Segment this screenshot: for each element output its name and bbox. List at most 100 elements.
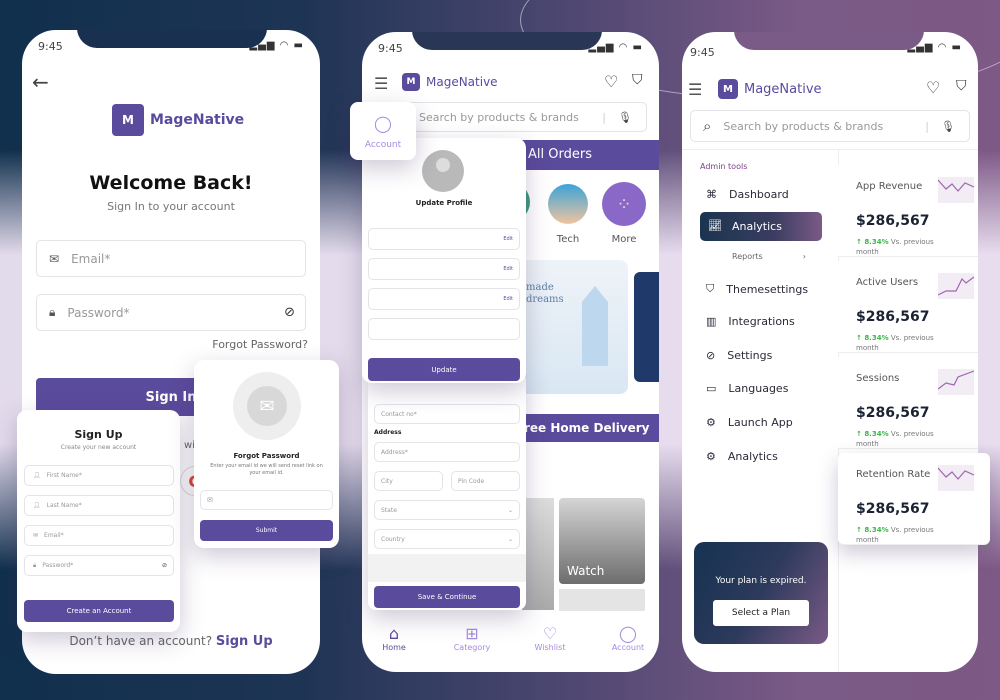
brand-name: MageNative — [150, 112, 245, 128]
analytics-icon: 📈︎ — [708, 219, 722, 232]
signup-email-field[interactable]: ✉ Email* — [24, 525, 174, 546]
menu-label: Languages — [728, 382, 789, 395]
chevron-down-icon: ⌄ — [507, 535, 513, 543]
update-button[interactable]: Update — [368, 358, 520, 381]
profile-title: Update Profile — [415, 199, 473, 207]
menu-settings[interactable]: ⊘ Settings — [706, 349, 772, 362]
email-field[interactable]: ✉ Email* — [36, 240, 306, 277]
edit-link[interactable]: Edit — [503, 296, 513, 302]
nav-category[interactable]: ⊞ Category — [450, 624, 494, 652]
stat-change-percent: 8.34% — [864, 526, 889, 534]
city-field[interactable]: City — [374, 471, 443, 491]
state-select[interactable]: State ⌄ — [374, 500, 520, 520]
status-bar: 9:45 ▂▄▆ ◠ ▬ — [22, 30, 320, 60]
envelope-illustration: ✉ — [233, 372, 301, 440]
stat-card-app-revenue[interactable]: App Revenue $286,567 ↑ 8.34% Vs. previou… — [838, 165, 978, 257]
last-name-field[interactable]: 👤︎ Last Name* — [24, 495, 174, 516]
menu-languages[interactable]: ▭ Languages — [706, 382, 788, 395]
hamburger-menu-icon[interactable]: ☰ — [688, 80, 702, 99]
stat-card-retention-rate[interactable]: Retention Rate $286,567 ↑ 8.34% Vs. prev… — [838, 453, 990, 545]
chevron-down-icon: ⌄ — [507, 506, 513, 514]
divider — [682, 149, 978, 150]
select-plan-button[interactable]: Select a Plan — [713, 600, 809, 626]
nav-account[interactable]: ◯ Account — [606, 624, 650, 652]
edit-link[interactable]: Edit — [503, 236, 513, 242]
brand-logo: M MageNative — [112, 104, 244, 136]
pin-code-field[interactable]: Pin Code — [451, 471, 520, 491]
profile-field-3[interactable]: Edit — [368, 288, 520, 310]
country-select[interactable]: Country ⌄ — [374, 529, 520, 549]
all-orders-banner[interactable]: All Orders — [522, 140, 659, 170]
signal-wifi-battery-icon: ▂▄▆ ◠ ▬ — [588, 42, 643, 53]
plan-expired-card: Your plan is expired. Select a Plan — [694, 542, 828, 644]
back-arrow-icon[interactable]: ← — [32, 70, 49, 94]
forgot-email-field[interactable]: ✉ — [200, 490, 333, 510]
menu-dashboard[interactable]: ⌘ Dashboard — [706, 188, 789, 201]
product-tile-watch[interactable]: Watch — [559, 498, 645, 584]
category-tech-label[interactable]: Tech — [548, 234, 588, 245]
password-field[interactable]: 🔒︎ Password* ⊘ — [36, 294, 306, 331]
grid-icon: ⊞ — [465, 624, 479, 643]
product-tile-partial[interactable] — [559, 589, 645, 611]
profile-field-1[interactable]: Edit — [368, 228, 520, 250]
menu-reports[interactable]: Reports › — [732, 252, 806, 261]
heart-icon[interactable]: ♡ — [604, 72, 618, 91]
account-popup[interactable]: ◯ Account — [350, 102, 416, 160]
profile-field-4[interactable] — [368, 318, 520, 340]
heart-icon[interactable]: ♡ — [926, 78, 940, 97]
user-icon: 👤︎ — [33, 472, 41, 479]
shopping-bag-icon[interactable]: ⛉ — [632, 72, 643, 88]
menu-launch-app[interactable]: ⚙ Launch App — [706, 416, 793, 429]
hamburger-menu-icon[interactable]: ☰ — [374, 74, 388, 93]
last-name-placeholder: Last Name* — [46, 502, 82, 509]
forgot-password-link[interactable]: Forgot Password? — [212, 338, 308, 351]
stat-card-sessions[interactable]: Sessions $286,567 ↑ 8.34% Vs. previous m… — [838, 357, 978, 449]
delivery-banner: ree Home Delivery — [522, 414, 659, 442]
heart-icon: ♡ — [542, 624, 558, 643]
menu-analytics-2[interactable]: ⚙ Analytics — [706, 450, 778, 463]
menu-themesettings[interactable]: ⛉ Themesettings — [706, 282, 808, 296]
signup-password-field[interactable]: 🔒︎ Password* ⊘ — [24, 555, 174, 576]
nav-home[interactable]: ⌂ Home — [372, 624, 416, 652]
first-name-field[interactable]: 👤︎ First Name* — [24, 465, 174, 486]
save-continue-button[interactable]: Save & Continue — [374, 586, 520, 608]
contact-placeholder: Contact no* — [381, 410, 417, 418]
stat-card-active-users[interactable]: Active Users $286,567 ↑ 8.34% Vs. previo… — [838, 261, 978, 353]
menu-analytics-active[interactable]: 📈︎ Analytics — [700, 212, 822, 241]
signup-link[interactable]: Sign Up — [216, 634, 273, 649]
menu-integrations[interactable]: ▥ Integrations — [706, 315, 795, 328]
search-icon: ⌕ — [703, 117, 712, 135]
bag-icon: ⛉ — [706, 282, 715, 295]
menu-label: Integrations — [728, 315, 795, 328]
login-subtitle: Sign In to your account — [107, 200, 235, 213]
product-tile-partial[interactable] — [522, 498, 554, 610]
profile-avatar[interactable] — [422, 150, 464, 192]
category-more-label[interactable]: More — [602, 234, 646, 245]
promo-banner[interactable]: made dreams — [522, 260, 628, 394]
eye-slash-icon[interactable]: ⊘ — [284, 305, 295, 320]
admin-search-input[interactable]: ⌕ Search by products & brands | 🎙︎ — [690, 110, 970, 142]
microphone-icon[interactable]: 🎙︎ — [618, 111, 632, 124]
logo-icon: M — [112, 104, 144, 136]
lock-icon: 🔒︎ — [49, 305, 56, 319]
profile-field-2[interactable]: Edit — [368, 258, 520, 280]
more-grid-icon[interactable]: ⁘ — [602, 182, 646, 226]
eye-slash-icon[interactable]: ⊘ — [162, 562, 167, 569]
first-name-placeholder: First Name* — [46, 472, 82, 479]
microphone-icon[interactable]: 🎙︎ — [941, 120, 955, 133]
create-account-button[interactable]: Create an Account — [24, 600, 174, 622]
shopping-bag-icon[interactable]: ⛉ — [956, 78, 967, 94]
contact-field[interactable]: Contact no* — [374, 404, 520, 424]
edit-link[interactable]: Edit — [503, 266, 513, 272]
nav-wishlist[interactable]: ♡ Wishlist — [528, 624, 572, 652]
category-tech-image[interactable] — [548, 184, 588, 224]
address-field[interactable]: Address* — [374, 442, 520, 462]
stat-title: Active Users — [856, 277, 919, 288]
envelope-icon: ✉ — [247, 386, 287, 426]
promo-banner-next[interactable] — [634, 272, 659, 382]
stat-change: ↑ 8.34% Vs. previous month — [856, 334, 934, 352]
stat-change: ↑ 8.34% Vs. previous month — [856, 430, 934, 448]
logo-icon: M — [718, 79, 738, 99]
submit-label: Submit — [255, 527, 278, 534]
submit-button[interactable]: Submit — [200, 520, 333, 541]
